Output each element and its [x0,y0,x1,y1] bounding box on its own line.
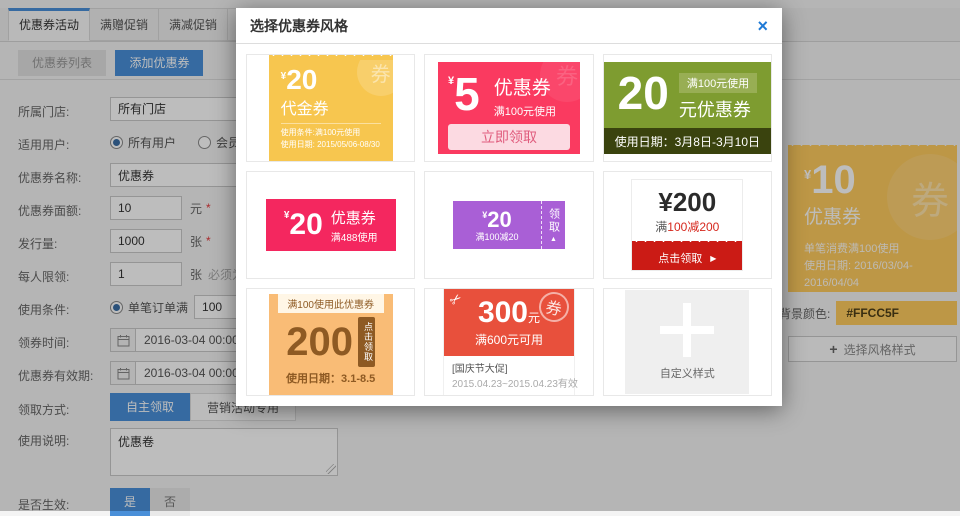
coupon-style-purple[interactable]: ¥20 满100减20 领取 ▲ [424,171,593,279]
coupon-amount: 200 [286,322,353,362]
coupon-style-green[interactable]: 20 满100元使用 元优惠券 使用日期：3月8日-3月10日 [603,54,772,162]
coupon-date-bar: 使用日期：3月8日-3月10日 [604,128,771,154]
coupon-date: 使用日期：3.1-8.5 [269,367,393,392]
serrated-edge [269,392,393,396]
modal-title: 选择优惠券风格 [250,16,757,36]
coupon-condition: 100减200 [667,220,719,234]
coupon-condition: 满488使用 [331,229,378,244]
coupon-style-orange[interactable]: 满100使用此优惠券 200 点击领取 使用日期：3.1-8.5 [246,288,415,396]
coupon-style-white-200[interactable]: ¥200 满100减200 点击领取▶ [603,171,772,279]
coupon-style-red-300[interactable]: ✂ 券 300元 满600元可用 [国庆节大促] 2015.04.23~2015… [424,288,593,396]
coupon-condition: 满100元使用 [494,103,556,119]
coupon-name: 代金券 [281,95,381,119]
coupon-style-yellow-stamp[interactable]: 券 ¥20 代金券 使用条件:满100元使用 使用日期: 2015/05/06-… [246,54,415,162]
coupon-amount: ¥20 [284,210,323,240]
coupon-condition-badge: 满100元使用 [679,73,757,93]
coupon-date: 使用日期: 2015/05/06-08/30 [281,139,381,151]
triangle-up-icon: ▲ [550,236,557,243]
custom-style-label: 自定义样式 [660,365,715,381]
promo-tag: [国庆节大促] [452,360,566,375]
coupon-style-pink[interactable]: 券 ¥5 优惠券 满100元使用 立即领取 [424,54,593,162]
close-icon[interactable]: × [757,17,768,35]
modal-header: 选择优惠券风格 × [236,8,782,44]
coupon-condition: 满100减20 [475,233,518,242]
coupon-style-custom[interactable]: 自定义样式 [603,288,772,396]
triangle-right-icon: ▶ [710,254,716,263]
coupon-condition: 使用条件:满100元使用 [281,127,381,139]
coupon-condition: 满600元可用 [444,331,574,348]
serrated-edge [269,156,393,161]
click-claim-button: 点击领取▶ [632,246,742,270]
claim-label: 领取 [545,208,561,234]
claim-now-button: 立即领取 [448,124,570,150]
coupon-validity: 2015.04.23~2015.04.23有效 [452,375,566,390]
coupon-amount: ¥200 [632,188,742,217]
coupon-amount: 20 [618,70,669,116]
coupon-amount: ¥5 [448,71,480,117]
coupon-style-red-banner[interactable]: ¥20 优惠券 满488使用 [246,171,415,279]
coupon-style-modal: 选择优惠券风格 × 券 ¥20 代金券 使用条件:满100元使用 使用日期: 2… [236,8,782,406]
coupon-style-grid: 券 ¥20 代金券 使用条件:满100元使用 使用日期: 2015/05/06-… [236,44,782,406]
coupon-amount: ¥20 [482,209,512,231]
coupon-condition-prefix: 满 [655,220,667,234]
click-claim-tag: 点击领取 [358,317,375,367]
coupon-name: 元优惠券 [679,96,757,122]
coupon-name: 优惠券 [331,207,378,228]
plus-icon [660,303,714,357]
coupon-condition-header: 满100使用此优惠券 [278,294,384,313]
